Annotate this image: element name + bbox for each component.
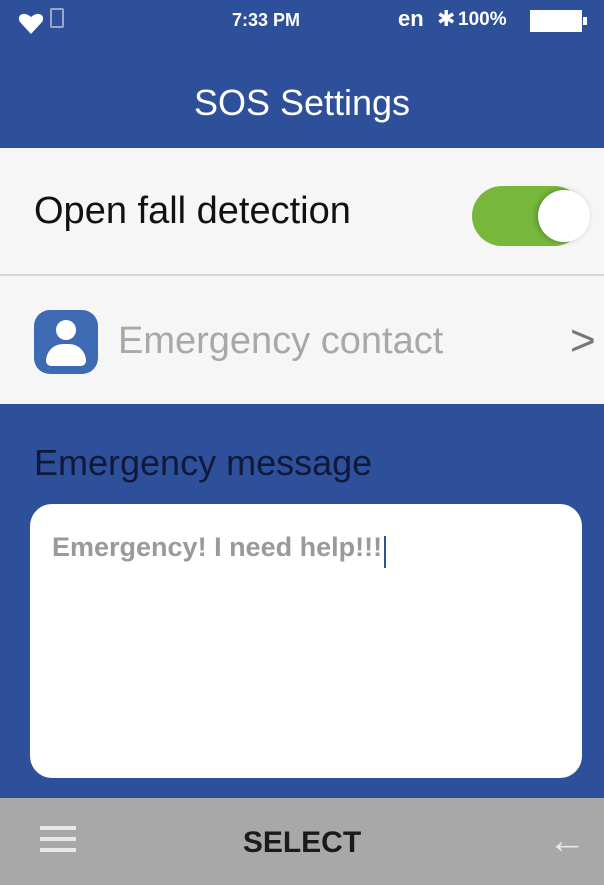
fall-detection-label: Open fall detection	[34, 190, 351, 232]
emergency-message-input[interactable]: Emergency! I need help!!!	[30, 504, 582, 778]
emergency-message-text: Emergency! I need help!!!	[52, 532, 383, 562]
fall-detection-row[interactable]: Open fall detection	[0, 148, 604, 276]
language-indicator: en	[398, 6, 424, 31]
page-title: SOS Settings	[193, 82, 411, 123]
sim-card-icon	[50, 8, 64, 28]
header: SOS Settings	[0, 66, 604, 148]
fall-detection-toggle[interactable]	[472, 186, 590, 246]
heart-icon	[18, 13, 44, 34]
battery-percentage: 100%	[458, 9, 507, 30]
emergency-message-label: Emergency message	[34, 442, 373, 483]
text-caret	[384, 535, 387, 568]
chevron-right-icon: >	[570, 316, 596, 365]
status-bar: 7:33 PM en ✱ 100%	[0, 0, 604, 66]
toggle-knob	[538, 190, 590, 242]
contact-icon	[34, 310, 98, 374]
emergency-contact-label: Emergency contact	[118, 320, 444, 362]
back-arrow-icon[interactable]: ←	[548, 820, 586, 863]
battery-icon	[530, 10, 587, 32]
emergency-message-section: Emergency message Emergency! I need help…	[0, 404, 604, 798]
select-button[interactable]: SELECT	[0, 826, 604, 860]
bottom-softkey-bar: SELECT ←	[0, 798, 604, 885]
bluetooth-icon: ✱	[437, 6, 456, 31]
emergency-contact-row[interactable]: Emergency contact >	[0, 276, 604, 404]
status-time: 7:33 PM	[232, 10, 301, 30]
